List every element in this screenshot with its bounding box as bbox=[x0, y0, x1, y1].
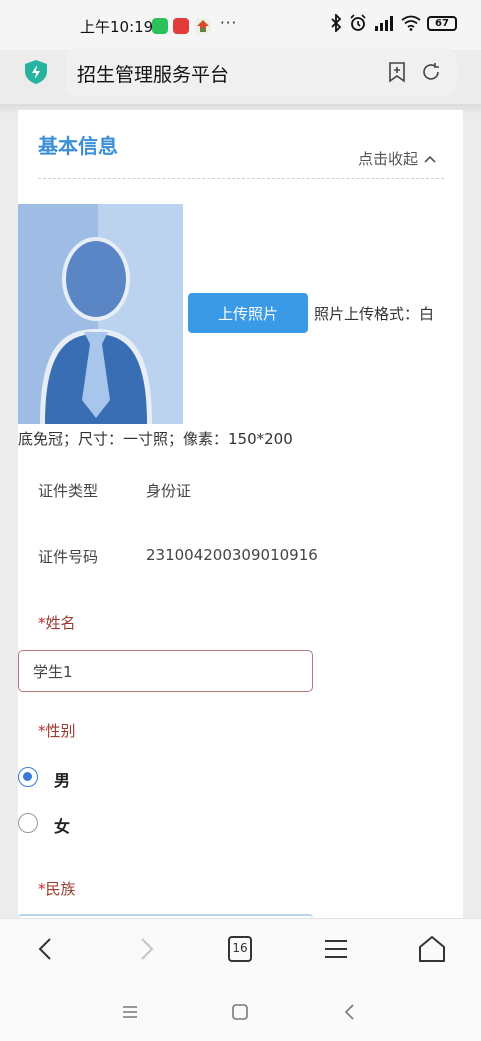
recent-apps-icon[interactable] bbox=[118, 1000, 142, 1024]
alarm-icon bbox=[350, 14, 366, 31]
chevron-up-icon bbox=[424, 155, 436, 163]
shield-icon bbox=[25, 60, 47, 84]
upload-format-note-cont: 底免冠；尺寸：一寸照；像素：150*200 bbox=[18, 430, 293, 448]
browser-bottom-bar: 16 bbox=[0, 918, 481, 982]
wechat-icon bbox=[152, 18, 168, 34]
id-type-value: 身份证 bbox=[146, 482, 192, 500]
id-type-label: 证件类型 bbox=[38, 482, 99, 500]
battery-indicator: 67 bbox=[427, 15, 457, 31]
home-app-icon bbox=[195, 18, 211, 34]
section-divider bbox=[38, 178, 444, 179]
address-bar[interactable]: 招生管理服务平台 bbox=[65, 48, 457, 96]
tab-count: 16 bbox=[232, 941, 248, 955]
status-time: 上午10:19 bbox=[80, 18, 154, 36]
home-icon[interactable] bbox=[416, 933, 448, 965]
system-back-icon[interactable] bbox=[338, 1000, 362, 1024]
gender-option-female[interactable]: 女 bbox=[54, 813, 70, 837]
system-nav-bar bbox=[0, 982, 481, 1041]
status-more: ··· bbox=[220, 14, 238, 32]
ethnic-label: *民族 bbox=[38, 880, 76, 898]
name-label: *姓名 bbox=[38, 614, 76, 632]
wifi-icon bbox=[401, 15, 421, 31]
app-notification-icon bbox=[173, 18, 189, 34]
gender-radio-female[interactable] bbox=[18, 813, 38, 833]
section-title: 基本信息 bbox=[38, 134, 118, 158]
forward-icon[interactable] bbox=[130, 933, 162, 965]
required-mark: * bbox=[38, 880, 46, 898]
collapse-toggle[interactable]: 点击收起 bbox=[358, 148, 436, 169]
collapse-label: 点击收起 bbox=[358, 150, 419, 168]
id-number-value: 231004200309010916 bbox=[146, 546, 318, 564]
gender-option-male[interactable]: 男 bbox=[54, 767, 70, 791]
system-home-icon[interactable] bbox=[228, 1000, 252, 1024]
bookmark-add-icon[interactable] bbox=[385, 60, 409, 84]
bluetooth-icon bbox=[331, 14, 342, 32]
menu-icon[interactable] bbox=[320, 933, 352, 965]
basic-info-card: 基本信息 点击收起 上传照片 照片上传格式：白 底免冠；尺寸：一寸照；像素：15… bbox=[18, 110, 463, 920]
tabs-button[interactable]: 16 bbox=[224, 933, 256, 965]
status-bar: 上午10:19 ··· 67 bbox=[0, 0, 481, 50]
avatar-placeholder bbox=[18, 204, 183, 424]
status-right-icons: 67 bbox=[329, 14, 457, 32]
signal-icon bbox=[375, 16, 393, 31]
gender-label: *性别 bbox=[38, 722, 76, 740]
id-number-label: 证件号码 bbox=[38, 548, 99, 566]
upload-format-note: 照片上传格式：白 bbox=[314, 305, 435, 323]
page-title: 招生管理服务平台 bbox=[77, 64, 230, 86]
back-icon[interactable] bbox=[30, 933, 62, 965]
upload-photo-button[interactable]: 上传照片 bbox=[188, 293, 308, 333]
refresh-icon[interactable] bbox=[419, 60, 443, 84]
required-mark: * bbox=[38, 722, 46, 740]
required-mark: * bbox=[38, 614, 46, 632]
name-input[interactable] bbox=[18, 650, 313, 692]
gender-radio-male[interactable] bbox=[18, 767, 38, 787]
